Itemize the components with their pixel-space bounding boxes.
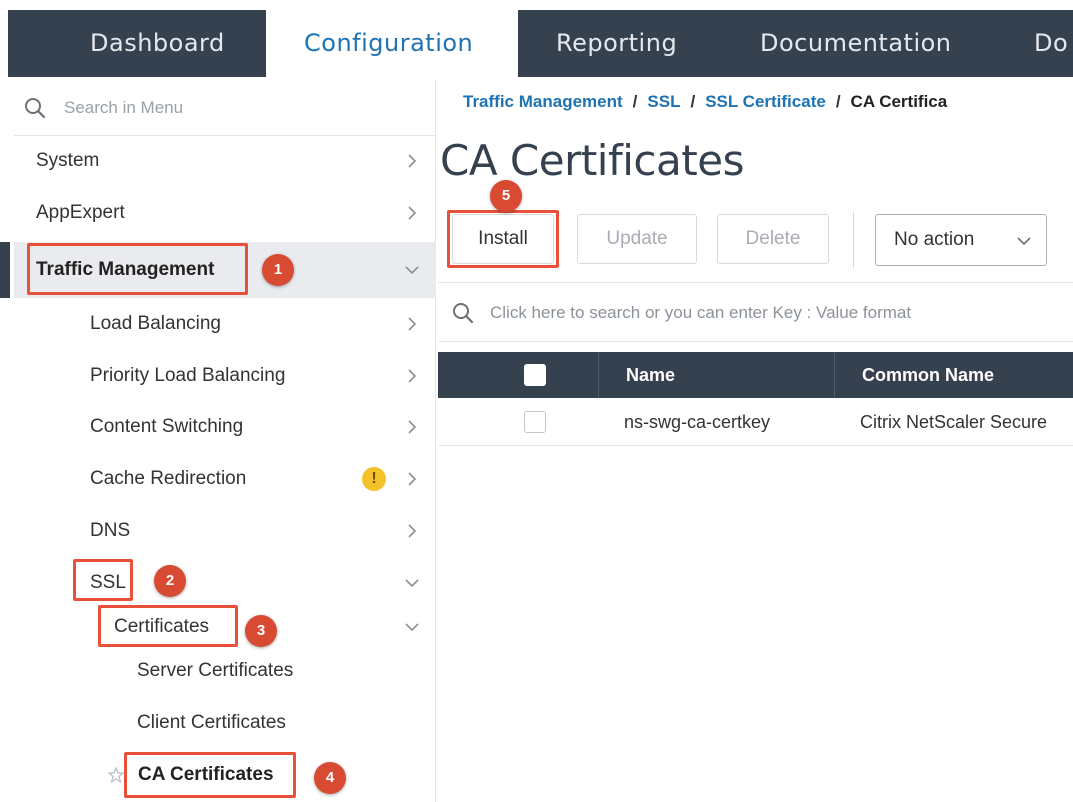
chevron-down-icon	[405, 266, 419, 275]
select-all-checkbox[interactable]	[524, 364, 546, 386]
toolbar-divider	[853, 212, 854, 268]
chevron-down-icon	[1017, 237, 1031, 246]
tab-configuration[interactable]: Configuration	[266, 10, 518, 77]
breadcrumb-traffic-management[interactable]: Traffic Management	[463, 92, 623, 111]
callout-badge-4: 4	[314, 762, 346, 794]
action-select-value: No action	[894, 229, 975, 250]
table-row[interactable]: ns-swg-ca-certkey Citrix NetScaler Secur…	[438, 398, 1073, 446]
chevron-right-icon	[408, 524, 417, 538]
sidebar-item-ca-certificates[interactable]: CA Certificates	[14, 750, 436, 800]
sidebar-item-label: Content Switching	[90, 416, 244, 437]
table-search-placeholder: Click here to search or you can enter Ke…	[490, 303, 912, 322]
sidebar-item-cache-redirection[interactable]: Cache Redirection !	[14, 454, 436, 504]
breadcrumb-separator: /	[690, 92, 696, 111]
page-title: CA Certificates	[440, 136, 744, 185]
breadcrumb-separator: /	[835, 92, 841, 111]
search-icon	[453, 303, 474, 324]
callout-badge-3: 3	[245, 615, 277, 647]
chevron-right-icon	[408, 420, 417, 434]
star-icon[interactable]	[108, 767, 124, 783]
sidebar-item-content-switching[interactable]: Content Switching	[14, 402, 436, 452]
top-navigation: Dashboard Configuration Reporting Docume…	[8, 10, 1073, 77]
tab-dashboard[interactable]: Dashboard	[90, 10, 225, 77]
sidebar-item-label: System	[36, 150, 100, 171]
table-search-field[interactable]: Click here to search or you can enter Ke…	[438, 282, 1073, 342]
search-icon	[25, 98, 46, 119]
sidebar-item-label: Traffic Management	[36, 259, 215, 280]
breadcrumb-ssl-certificate[interactable]: SSL Certificate	[705, 92, 826, 111]
sidebar-item-ssl[interactable]: SSL	[14, 558, 436, 608]
sidebar-item-system[interactable]: System	[14, 136, 436, 186]
sidebar-item-label: Cache Redirection	[90, 468, 247, 489]
sidebar-item-dns[interactable]: DNS	[14, 506, 436, 556]
sidebar-item-label: Server Certificates	[137, 660, 294, 681]
tab-reporting[interactable]: Reporting	[556, 10, 677, 77]
delete-button[interactable]: Delete	[717, 214, 829, 264]
tab-downloads[interactable]: Do	[1034, 10, 1068, 77]
sidebar-item-label: Certificates	[114, 616, 210, 637]
menu-search-placeholder: Search in Menu	[64, 98, 184, 117]
tab-documentation[interactable]: Documentation	[760, 10, 952, 77]
cell-common-name: Citrix NetScaler Secure	[860, 412, 1048, 432]
breadcrumb-ssl[interactable]: SSL	[647, 92, 680, 111]
sidebar-item-certificates[interactable]: Certificates	[14, 602, 436, 652]
chevron-right-icon	[408, 154, 417, 168]
sidebar-item-traffic-management[interactable]: Traffic Management	[0, 242, 436, 298]
chevron-right-icon	[408, 206, 417, 220]
sidebar-item-client-certificates[interactable]: Client Certificates	[14, 698, 436, 748]
update-button[interactable]: Update	[577, 214, 697, 264]
column-divider	[598, 352, 599, 398]
breadcrumb-current: CA Certifica	[850, 92, 948, 111]
column-header-common-name[interactable]: Common Name	[862, 352, 994, 398]
chevron-right-icon	[408, 472, 417, 486]
sidebar-item-server-certificates[interactable]: Server Certificates	[14, 646, 436, 696]
cell-name: ns-swg-ca-certkey	[624, 412, 771, 432]
callout-badge-1: 1	[262, 254, 294, 286]
action-select[interactable]: No action	[875, 214, 1047, 266]
chevron-right-icon	[408, 369, 417, 383]
warning-icon: !	[362, 467, 386, 491]
callout-badge-2: 2	[154, 565, 186, 597]
menu-search-field[interactable]: Search in Menu	[14, 80, 436, 136]
sidebar-item-label: Load Balancing	[90, 313, 221, 334]
chevron-down-icon	[405, 579, 419, 588]
chevron-down-icon	[405, 623, 419, 632]
sidebar-item-label: DNS	[90, 520, 131, 541]
sidebar-item-label: AppExpert	[36, 202, 125, 223]
breadcrumb: Traffic Management / SSL / SSL Certificate / C…	[463, 92, 947, 112]
callout-badge-5: 5	[490, 180, 522, 212]
sidebar-item-priority-load-balancing[interactable]: Priority Load Balancing	[14, 351, 436, 401]
sidebar-item-label: Priority Load Balancing	[90, 365, 286, 386]
breadcrumb-separator: /	[632, 92, 638, 111]
install-button[interactable]: Install	[452, 214, 554, 264]
column-header-name[interactable]: Name	[626, 352, 675, 398]
sidebar: Search in Menu System AppExpert Traffic …	[0, 80, 436, 802]
table-header: Name Common Name	[438, 352, 1073, 398]
column-divider	[834, 352, 835, 398]
sidebar-item-appexpert[interactable]: AppExpert	[14, 188, 436, 238]
chevron-right-icon	[408, 317, 417, 331]
sidebar-item-label: CA Certificates	[138, 764, 274, 785]
sidebar-item-label: Client Certificates	[137, 712, 286, 733]
sidebar-item-label: SSL	[90, 572, 126, 593]
row-checkbox[interactable]	[524, 411, 546, 433]
sidebar-item-load-balancing[interactable]: Load Balancing	[14, 299, 436, 349]
